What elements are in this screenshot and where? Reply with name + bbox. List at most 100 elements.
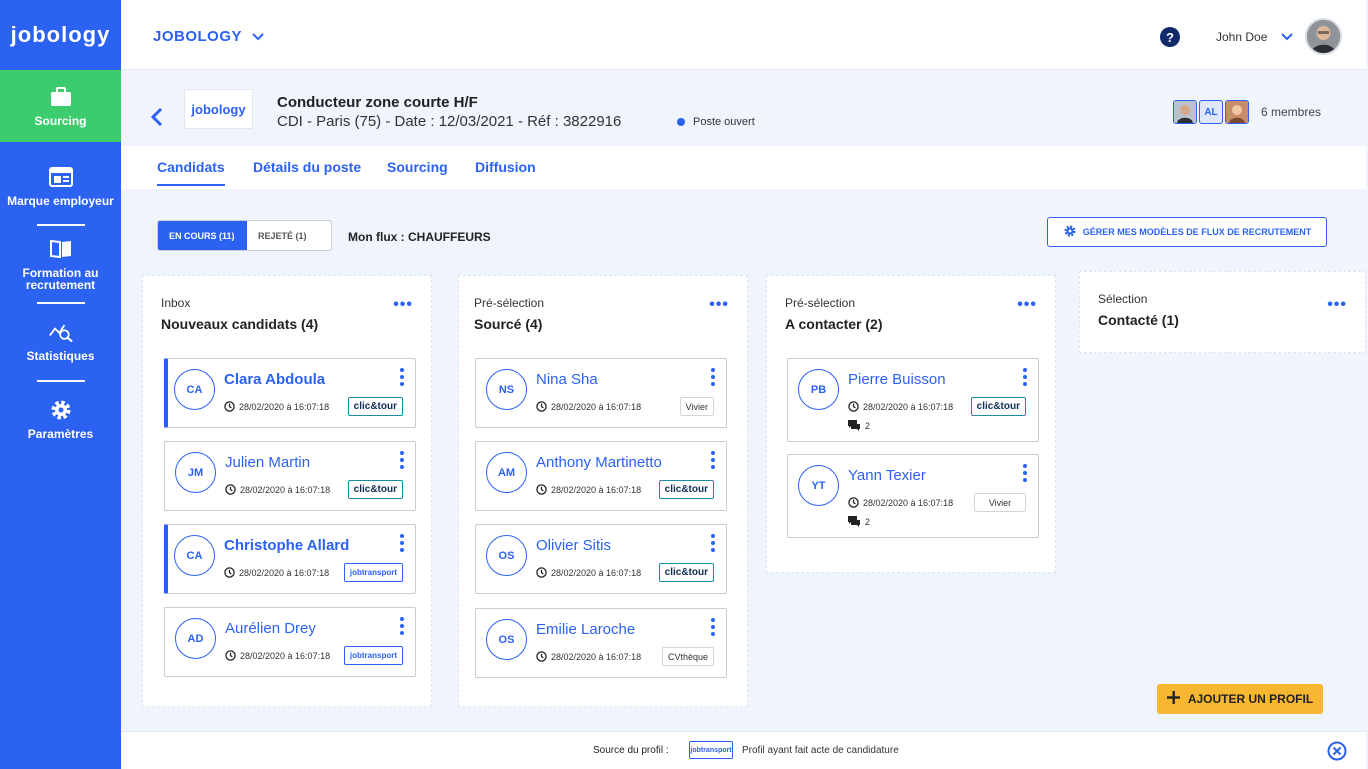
candidate-card[interactable]: OS Emilie Laroche 28/02/2020 à 16:07:18 …: [475, 608, 727, 678]
candidate-name[interactable]: Pierre Buisson: [848, 371, 946, 388]
sidebar: jobology Sourcing Marque employeur Forma…: [0, 0, 121, 769]
add-profile-button[interactable]: AJOUTER UN PROFIL: [1157, 684, 1323, 714]
job-subtitle: CDI - Paris (75) - Date : 12/03/2021 - R…: [277, 113, 622, 130]
sidebar-item-statistiques[interactable]: Statistiques: [0, 316, 121, 366]
manage-flux-templates-button[interactable]: GÉRER MES MODÈLES DE FLUX DE RECRUTEMENT: [1047, 217, 1327, 247]
candidate-name[interactable]: Julien Martin: [225, 454, 310, 471]
kebab-menu-icon[interactable]: [1023, 464, 1027, 482]
candidate-card[interactable]: YT Yann Texier 28/02/2020 à 16:07:18 2 V…: [787, 454, 1039, 538]
candidate-card[interactable]: CA Clara Abdoula 28/02/2020 à 16:07:18 c…: [164, 358, 416, 428]
candidate-date-text: 28/02/2020 à 16:07:18: [551, 401, 642, 412]
candidate-name[interactable]: Anthony Martinetto: [536, 454, 662, 471]
in-progress-filter-button[interactable]: EN COURS (11): [158, 221, 247, 250]
job-company-logo: jobology: [184, 89, 253, 129]
source-badge: clic&tour: [347, 480, 403, 499]
candidate-avatar: JM: [175, 452, 216, 493]
app-logo-text: jobology: [10, 22, 111, 47]
candidate-date-text: 28/02/2020 à 16:07:18: [240, 650, 331, 661]
footer-label: Source du profil :: [593, 745, 669, 756]
clock-icon: [848, 497, 859, 508]
message-count: 2: [848, 420, 870, 431]
more-options-icon[interactable]: •••: [393, 297, 413, 313]
close-icon[interactable]: [1327, 741, 1347, 766]
kebab-menu-icon[interactable]: [400, 617, 404, 635]
candidate-avatar: AD: [175, 618, 216, 659]
tab-sourcing[interactable]: Sourcing: [387, 159, 448, 184]
sidebar-item-parametres[interactable]: Paramètres: [0, 396, 121, 442]
sidebar-item-formation[interactable]: Formation au recrutement: [0, 236, 121, 292]
browser-window-icon: [48, 165, 73, 189]
candidate-date: 28/02/2020 à 16:07:18: [536, 484, 641, 495]
source-badge: jobtransport: [343, 563, 403, 582]
kebab-menu-icon[interactable]: [400, 534, 404, 552]
user-name[interactable]: John Doe: [1216, 30, 1267, 44]
candidate-name[interactable]: Olivier Sitis: [536, 537, 611, 554]
candidate-date-text: 28/02/2020 à 16:07:18: [863, 497, 954, 508]
candidate-card[interactable]: AD Aurélien Drey 28/02/2020 à 16:07:18 j…: [164, 607, 416, 677]
candidate-name[interactable]: Christophe Allard: [224, 537, 349, 554]
clock-icon: [536, 567, 547, 578]
kebab-menu-icon[interactable]: [711, 451, 715, 469]
tab-bar: Candidats Détails du poste Sourcing Diff…: [121, 146, 1366, 189]
more-options-icon[interactable]: •••: [1017, 297, 1037, 313]
tab-details-du-poste[interactable]: Détails du poste: [253, 159, 361, 184]
pipeline-column-nouveaux: Inbox Nouveaux candidats (4) ••• CA Clar…: [142, 275, 432, 707]
tab-diffusion[interactable]: Diffusion: [475, 159, 536, 184]
kebab-menu-icon[interactable]: [711, 534, 715, 552]
flux-label: Mon flux : CHAUFFEURS: [348, 230, 491, 244]
candidate-avatar: AM: [486, 452, 527, 493]
candidate-card[interactable]: CA Christophe Allard 28/02/2020 à 16:07:…: [164, 524, 416, 594]
add-profile-label: AJOUTER UN PROFIL: [1187, 692, 1314, 706]
candidate-avatar: NS: [486, 369, 527, 410]
chevron-down-icon[interactable]: [1281, 28, 1293, 46]
sidebar-item-marque-employeur[interactable]: Marque employeur: [0, 158, 121, 214]
candidate-name[interactable]: Aurélien Drey: [225, 620, 316, 637]
more-options-icon[interactable]: •••: [1327, 297, 1347, 313]
members-count: 6 membres: [1261, 105, 1322, 119]
pipeline-column-contacte: Sélection Contacté (1) •••: [1079, 271, 1366, 353]
column-title: Sourcé (4): [474, 316, 543, 332]
column-title: Nouveaux candidats (4): [161, 316, 319, 332]
sidebar-item-sourcing[interactable]: Sourcing: [0, 70, 121, 142]
team-members[interactable]: AL 6 membres: [1173, 100, 1321, 124]
sidebar-item-label: Paramètres: [27, 427, 94, 441]
candidate-card[interactable]: PB Pierre Buisson 28/02/2020 à 16:07:18 …: [787, 358, 1039, 442]
more-options-icon[interactable]: •••: [709, 297, 729, 313]
briefcase-icon: [49, 85, 73, 109]
candidate-date: 28/02/2020 à 16:07:18: [536, 651, 641, 662]
kebab-menu-icon[interactable]: [711, 618, 715, 636]
job-status: Poste ouvert: [677, 116, 755, 128]
clock-icon: [224, 401, 235, 412]
company-selector[interactable]: JOBOLOGY: [153, 28, 264, 45]
back-arrow-icon[interactable]: [150, 107, 163, 132]
candidate-card[interactable]: AM Anthony Martinetto 28/02/2020 à 16:07…: [475, 441, 727, 511]
clock-icon: [224, 567, 235, 578]
footer-description: Profil ayant fait acte de candidature: [742, 745, 899, 756]
candidate-avatar: CA: [174, 535, 215, 576]
candidate-name[interactable]: Yann Texier: [848, 467, 926, 484]
candidate-card[interactable]: JM Julien Martin 28/02/2020 à 16:07:18 c…: [164, 441, 416, 511]
clock-icon: [536, 484, 547, 495]
kebab-menu-icon[interactable]: [711, 368, 715, 386]
app-logo[interactable]: jobology: [0, 0, 121, 70]
chart-search-icon: [48, 320, 73, 344]
help-icon[interactable]: ?: [1160, 27, 1180, 47]
candidate-date: 28/02/2020 à 16:07:18: [225, 484, 330, 495]
kebab-menu-icon[interactable]: [400, 368, 404, 386]
candidate-name[interactable]: Emilie Laroche: [536, 621, 635, 638]
source-badge: CVthèque: [661, 647, 714, 666]
tab-candidats[interactable]: Candidats: [157, 159, 225, 186]
member-avatar: [1173, 100, 1197, 124]
kebab-menu-icon[interactable]: [1023, 368, 1027, 386]
chat-icon: [848, 516, 860, 527]
candidate-name[interactable]: Clara Abdoula: [224, 371, 325, 388]
rejected-filter-button[interactable]: REJETÉ (1): [247, 221, 331, 250]
user-avatar[interactable]: [1305, 18, 1342, 55]
candidate-card[interactable]: OS Olivier Sitis 28/02/2020 à 16:07:18 c…: [475, 524, 727, 594]
kebab-menu-icon[interactable]: [400, 451, 404, 469]
clock-icon: [536, 401, 547, 412]
clock-icon: [225, 484, 236, 495]
candidate-card[interactable]: NS Nina Sha 28/02/2020 à 16:07:18 Vivier: [475, 358, 727, 428]
candidate-date-text: 28/02/2020 à 16:07:18: [551, 567, 642, 578]
candidate-name[interactable]: Nina Sha: [536, 371, 598, 388]
